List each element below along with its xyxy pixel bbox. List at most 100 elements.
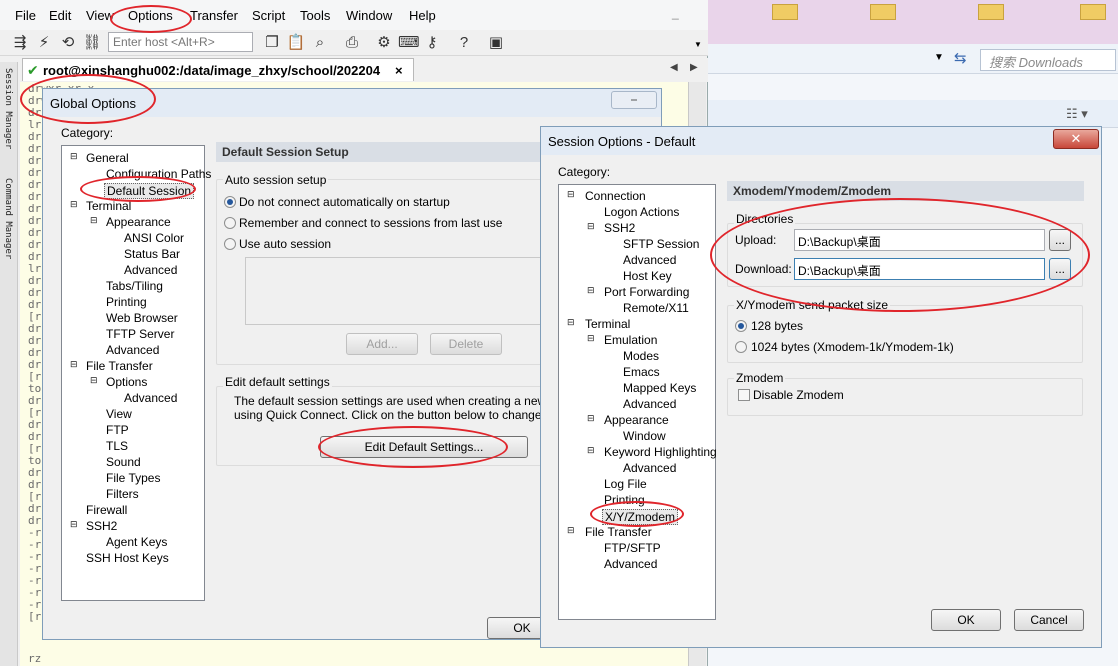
menu-view[interactable]: View bbox=[86, 8, 114, 23]
session-cancel-button[interactable]: Cancel bbox=[1014, 609, 1084, 631]
tree-item-view[interactable]: View bbox=[106, 407, 132, 421]
tree-item-general[interactable]: General bbox=[86, 151, 129, 165]
tree-item-file-transfer[interactable]: File Transfer bbox=[585, 525, 652, 539]
download-browse-button[interactable]: ... bbox=[1049, 258, 1071, 280]
menu-file[interactable]: File bbox=[15, 8, 36, 23]
folder-icon[interactable] bbox=[1080, 4, 1106, 20]
tree-item-logon-actions[interactable]: Logon Actions bbox=[604, 205, 679, 219]
collapse-icon[interactable]: ⊟ bbox=[567, 525, 575, 536]
explorer-search-input[interactable]: 搜索 Downloads bbox=[980, 49, 1116, 71]
settings-gear-icon[interactable]: ⚙ bbox=[374, 33, 394, 53]
keymap-icon[interactable]: ⌨ bbox=[398, 33, 420, 53]
tree-item-appearance[interactable]: Appearance bbox=[604, 413, 669, 427]
radio-1024-bytes[interactable] bbox=[735, 341, 747, 353]
tab-scroll-right-icon[interactable]: ▶ bbox=[690, 62, 698, 73]
tree-item-log-file[interactable]: Log File bbox=[604, 477, 647, 491]
quick-connect-icon[interactable]: ⚡ bbox=[34, 33, 54, 53]
tree-item-advanced[interactable]: Advanced bbox=[124, 391, 177, 405]
collapse-icon[interactable]: ⊟ bbox=[587, 221, 595, 232]
tree-item-tls[interactable]: TLS bbox=[106, 439, 128, 453]
minimize-icon[interactable]: _ bbox=[672, 6, 679, 20]
refresh-icon[interactable]: ⇆ bbox=[954, 49, 967, 67]
tree-item-options[interactable]: Options bbox=[106, 375, 147, 389]
collapse-icon[interactable]: ⊟ bbox=[567, 189, 575, 200]
delete-button[interactable]: Delete bbox=[430, 333, 502, 355]
collapse-icon[interactable]: ⊟ bbox=[90, 375, 98, 386]
collapse-icon[interactable]: ⊟ bbox=[587, 333, 595, 344]
tree-item-advanced[interactable]: Advanced bbox=[604, 557, 657, 571]
tree-item-tftp-server[interactable]: TFTP Server bbox=[106, 327, 174, 341]
collapse-icon[interactable]: ⊟ bbox=[70, 519, 78, 530]
find-icon[interactable]: ⌕ bbox=[310, 33, 330, 53]
tree-item-default-session[interactable]: Default Session bbox=[104, 183, 195, 199]
menu-options[interactable]: Options bbox=[128, 8, 173, 23]
tree-item-connection[interactable]: Connection bbox=[585, 189, 646, 203]
collapse-icon[interactable]: ⊟ bbox=[90, 215, 98, 226]
folder-icon[interactable] bbox=[870, 4, 896, 20]
menu-tools[interactable]: Tools bbox=[300, 8, 330, 23]
upload-directory-input[interactable]: D:\Backup\桌面 bbox=[794, 229, 1045, 251]
radio-remember-sessions[interactable] bbox=[224, 217, 236, 229]
collapse-icon[interactable]: ⊟ bbox=[70, 199, 78, 210]
tree-item-ssh2[interactable]: SSH2 bbox=[86, 519, 117, 533]
tree-item-filters[interactable]: Filters bbox=[106, 487, 139, 501]
tree-item-port-forwarding[interactable]: Port Forwarding bbox=[604, 285, 689, 299]
download-directory-input[interactable]: D:\Backup\桌面 bbox=[794, 258, 1045, 280]
tree-item-terminal[interactable]: Terminal bbox=[86, 199, 131, 213]
paste-icon[interactable]: 📋 bbox=[286, 33, 306, 53]
connect-icon[interactable]: ⇶ bbox=[10, 33, 30, 53]
tree-item-appearance[interactable]: Appearance bbox=[106, 215, 171, 229]
close-tab-icon[interactable]: × bbox=[395, 63, 403, 78]
disconnect-icon[interactable]: ⛓ bbox=[82, 33, 102, 53]
tree-item-ftp[interactable]: FTP bbox=[106, 423, 129, 437]
tree-item-web-browser[interactable]: Web Browser bbox=[106, 311, 178, 325]
tab-session-manager[interactable]: Session Manager bbox=[3, 68, 13, 149]
tab-scroll-left-icon[interactable]: ◀ bbox=[670, 62, 678, 73]
folder-icon[interactable] bbox=[772, 4, 798, 20]
tree-item-ssh2[interactable]: SSH2 bbox=[604, 221, 635, 235]
collapse-icon[interactable]: ⊟ bbox=[567, 317, 575, 328]
menu-transfer[interactable]: Transfer bbox=[190, 8, 238, 23]
add-button[interactable]: Add... bbox=[346, 333, 418, 355]
tree-item-window[interactable]: Window bbox=[623, 429, 666, 443]
session-ok-button[interactable]: OK bbox=[931, 609, 1001, 631]
tree-item-emacs[interactable]: Emacs bbox=[623, 365, 660, 379]
toolbar-overflow-icon[interactable]: ▼ bbox=[694, 40, 702, 49]
key-icon[interactable]: ⚷ bbox=[422, 33, 442, 53]
tree-item-ssh-host-keys[interactable]: SSH Host Keys bbox=[86, 551, 169, 565]
tree-item-sftp-session[interactable]: SFTP Session bbox=[623, 237, 699, 251]
help-icon[interactable]: ? bbox=[454, 33, 474, 53]
tree-item-advanced[interactable]: Advanced bbox=[623, 253, 676, 267]
edit-default-settings-button[interactable]: Edit Default Settings... bbox=[320, 436, 528, 458]
tree-item-file-types[interactable]: File Types bbox=[106, 471, 160, 485]
tree-item-terminal[interactable]: Terminal bbox=[585, 317, 630, 331]
tree-item-tabs-tiling[interactable]: Tabs/Tiling bbox=[106, 279, 163, 293]
tree-item-printing[interactable]: Printing bbox=[604, 493, 645, 507]
session-options-close-icon[interactable]: ✕ bbox=[1053, 129, 1099, 149]
radio-128-bytes[interactable] bbox=[735, 320, 747, 332]
tree-item-remote-x11[interactable]: Remote/X11 bbox=[623, 301, 689, 315]
global-options-close-icon[interactable]: ⎯ bbox=[611, 91, 657, 109]
menu-help[interactable]: Help bbox=[409, 8, 436, 23]
tree-item-file-transfer[interactable]: File Transfer bbox=[86, 359, 153, 373]
upload-browse-button[interactable]: ... bbox=[1049, 229, 1071, 251]
copy-icon[interactable]: ❐ bbox=[262, 33, 282, 53]
menu-script[interactable]: Script bbox=[252, 8, 285, 23]
collapse-icon[interactable]: ⊟ bbox=[70, 359, 78, 370]
tree-item-keyword-highlighting[interactable]: Keyword Highlighting bbox=[604, 445, 717, 459]
reconnect-icon[interactable]: ⟲ bbox=[58, 33, 78, 53]
print-icon[interactable]: ⎙ bbox=[342, 33, 362, 53]
quick-connect-host-input[interactable]: Enter host <Alt+R> bbox=[108, 32, 253, 52]
menu-edit[interactable]: Edit bbox=[49, 8, 71, 23]
collapse-icon[interactable]: ⊟ bbox=[587, 413, 595, 424]
collapse-icon[interactable]: ⊟ bbox=[587, 285, 595, 296]
view-options-icon[interactable]: ☷ ▾ bbox=[1066, 106, 1088, 122]
tree-item-printing[interactable]: Printing bbox=[106, 295, 147, 309]
radio-no-auto-connect[interactable] bbox=[224, 196, 236, 208]
tree-item-sound[interactable]: Sound bbox=[106, 455, 141, 469]
tree-item-advanced[interactable]: Advanced bbox=[623, 461, 676, 475]
tree-item-ftp-sftp[interactable]: FTP/SFTP bbox=[604, 541, 661, 555]
collapse-icon[interactable]: ⊟ bbox=[587, 445, 595, 456]
tree-item-advanced[interactable]: Advanced bbox=[623, 397, 676, 411]
tree-item-status-bar[interactable]: Status Bar bbox=[124, 247, 180, 261]
